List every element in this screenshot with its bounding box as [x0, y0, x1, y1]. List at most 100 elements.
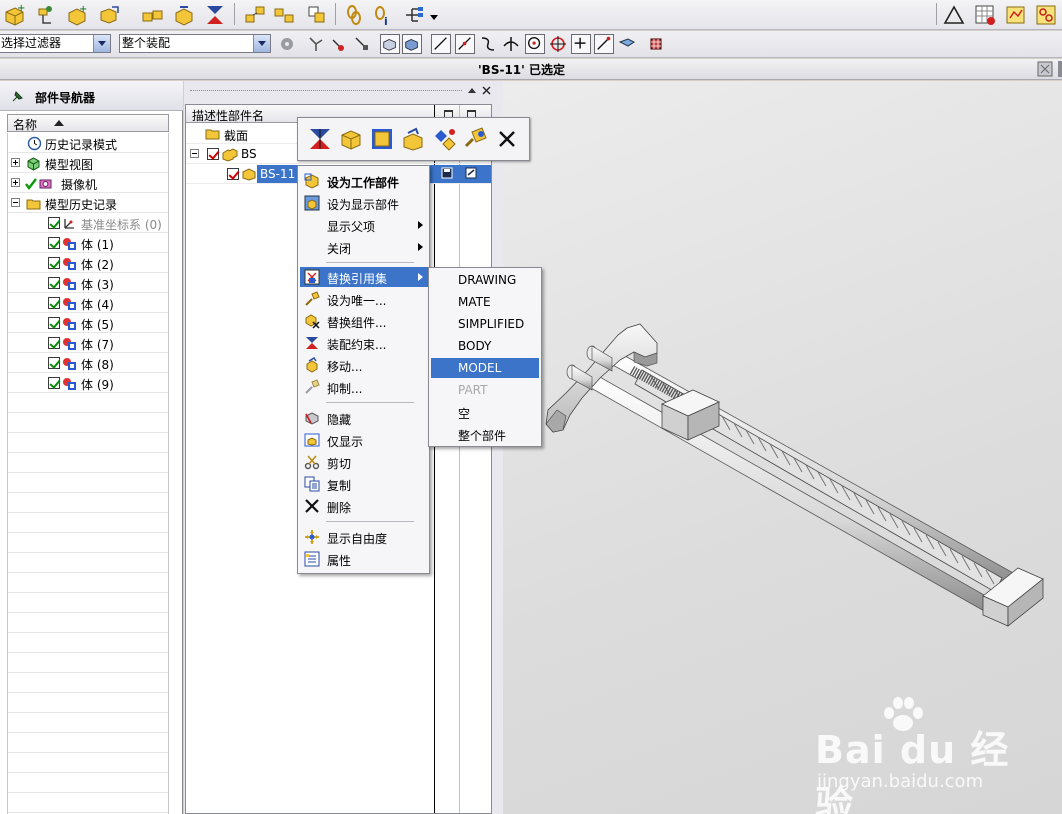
menu-item-make-displayed-part[interactable]: 设为显示部件	[300, 193, 428, 213]
menu-item-suppress[interactable]: 抑制...	[300, 377, 428, 397]
expand-icon[interactable]	[11, 158, 20, 167]
visibility-checkbox[interactable]	[48, 257, 60, 269]
menu-item-display-parent[interactable]: 显示父项	[300, 215, 428, 235]
triangle-icon[interactable]	[942, 3, 966, 27]
tree-item-datum-csys[interactable]: 基准坐标系 (0)	[8, 213, 168, 233]
menu-item-properties[interactable]: 属性	[300, 549, 428, 569]
refset-model[interactable]: MODEL	[431, 358, 539, 378]
menu-item-show-dof[interactable]: 显示自由度	[300, 527, 428, 547]
add-component-icon[interactable]	[338, 126, 364, 152]
endpoint-snap-icon[interactable]	[594, 34, 614, 54]
tree-item-cameras[interactable]: 摄像机	[8, 173, 168, 193]
selection-arrow-icon[interactable]	[306, 34, 326, 54]
face-snap-icon[interactable]	[617, 34, 637, 54]
create-new-icon[interactable]: +	[66, 3, 90, 27]
selection-scope-dropdown[interactable]: 整个装配	[119, 34, 271, 53]
reposition-icon[interactable]	[432, 126, 458, 152]
chart-edit-icon[interactable]	[1004, 3, 1028, 27]
existing-point-snap-icon[interactable]	[571, 34, 591, 54]
visibility-checkbox[interactable]	[48, 237, 60, 249]
selection-filter-dropdown[interactable]: 选择过滤器	[0, 34, 111, 53]
visibility-checkbox[interactable]	[48, 377, 60, 389]
menu-item-make-work-part[interactable]: 设为工作部件	[300, 171, 428, 191]
explode-view-icon[interactable]	[243, 3, 267, 27]
menu-item-assembly-constraints[interactable]: 装配约束...	[300, 333, 428, 353]
close-icon[interactable]	[494, 126, 520, 152]
collapse-icon[interactable]	[190, 149, 199, 158]
column-header-name[interactable]: 名称	[7, 114, 169, 132]
tree-item-body-2[interactable]: 体 (2)	[8, 253, 168, 273]
tree-item-body-3[interactable]: 体 (3)	[8, 273, 168, 293]
close-icon[interactable]	[482, 86, 491, 95]
mirror-assembly-icon[interactable]	[98, 3, 122, 27]
grid-icon[interactable]	[646, 34, 666, 54]
expand-icon[interactable]	[11, 178, 20, 187]
chevron-up-icon[interactable]	[468, 87, 476, 94]
visibility-checkbox[interactable]	[227, 168, 239, 180]
shaded-display-icon[interactable]	[402, 34, 422, 54]
visibility-checkbox[interactable]	[48, 217, 60, 229]
visibility-checkbox[interactable]	[48, 277, 60, 289]
tree-item-body-1[interactable]: 体 (1)	[8, 233, 168, 253]
intersection-snap-icon[interactable]	[501, 34, 521, 54]
refset-mate[interactable]: MATE	[431, 292, 539, 312]
chevron-down-icon[interactable]	[430, 15, 438, 21]
tree-item-body-8[interactable]: 体 (8)	[8, 353, 168, 373]
menu-item-delete[interactable]: 删除	[300, 496, 428, 516]
visibility-checkbox[interactable]	[48, 317, 60, 329]
tree-item-body-5[interactable]: 体 (5)	[8, 313, 168, 333]
wave-link-icon[interactable]	[305, 3, 329, 27]
menu-item-replace-component[interactable]: 替换组件...	[300, 311, 428, 331]
assembly-constraint-icon[interactable]	[307, 126, 333, 152]
quadrant-snap-icon[interactable]	[548, 34, 568, 54]
fix-constraint-icon[interactable]	[463, 126, 489, 152]
sequence-icon[interactable]	[273, 3, 297, 27]
window-restore-icon[interactable]	[1037, 61, 1053, 77]
menu-item-move[interactable]: 移动...	[300, 355, 428, 375]
reference-set-icon[interactable]	[402, 3, 426, 27]
table-icon[interactable]	[973, 3, 997, 27]
add-existing-icon[interactable]	[33, 3, 57, 27]
refset-empty[interactable]: 空	[431, 402, 539, 422]
tree-item-body-9[interactable]: 体 (9)	[8, 373, 168, 393]
visibility-checkbox[interactable]	[48, 357, 60, 369]
refset-body[interactable]: BODY	[431, 336, 539, 356]
move-component-icon[interactable]	[172, 3, 196, 27]
visibility-checkbox[interactable]	[207, 148, 219, 160]
type-filter-icon[interactable]	[277, 34, 297, 54]
menu-item-show-only[interactable]: 仅显示	[300, 430, 428, 450]
link-icon[interactable]	[342, 3, 366, 27]
chevron-down-icon[interactable]	[93, 35, 110, 52]
snap-point-icon[interactable]	[329, 34, 349, 54]
refset-simplified[interactable]: SIMPLIFIED	[431, 314, 539, 334]
chevron-down-icon[interactable]	[253, 35, 270, 52]
visibility-checkbox[interactable]	[48, 337, 60, 349]
wireframe-display-icon[interactable]	[380, 34, 400, 54]
array-component-icon[interactable]	[141, 3, 165, 27]
grip-handle[interactable]	[190, 90, 462, 91]
menu-item-replace-reference-set[interactable]: 替换引用集	[300, 267, 428, 287]
menu-item-cut[interactable]: 剪切	[300, 452, 428, 472]
collapse-icon[interactable]	[11, 198, 20, 207]
menu-item-make-unique[interactable]: 设为唯一...	[300, 289, 428, 309]
visibility-checkbox[interactable]	[48, 297, 60, 309]
tree-item-body-4[interactable]: 体 (4)	[8, 293, 168, 313]
menu-item-copy[interactable]: 复制	[300, 474, 428, 494]
snap-to-icon[interactable]	[352, 34, 372, 54]
move-component-icon[interactable]	[400, 126, 426, 152]
menu-item-close[interactable]: 关闭	[300, 237, 428, 257]
settings-icon[interactable]	[1034, 3, 1058, 27]
tree-item-body-7[interactable]: 体 (7)	[8, 333, 168, 353]
assembly-constraints-icon[interactable]	[203, 3, 227, 27]
midpoint-snap-icon[interactable]	[455, 34, 475, 54]
navigator-pin-icon[interactable]	[10, 90, 24, 104]
menu-item-hide[interactable]: 隐藏	[300, 408, 428, 428]
curve-snap-icon[interactable]	[478, 34, 498, 54]
tree-item-model-views[interactable]: 模型视图	[8, 153, 168, 173]
tree-item-history-mode[interactable]: 历史记录模式	[8, 133, 168, 153]
line-snap-icon[interactable]	[431, 34, 451, 54]
work-part-icon[interactable]	[369, 126, 395, 152]
info-icon[interactable]: i	[371, 3, 395, 27]
tree-item-model-history[interactable]: 模型历史记录	[8, 193, 168, 213]
refset-drawing[interactable]: DRAWING	[431, 270, 539, 290]
